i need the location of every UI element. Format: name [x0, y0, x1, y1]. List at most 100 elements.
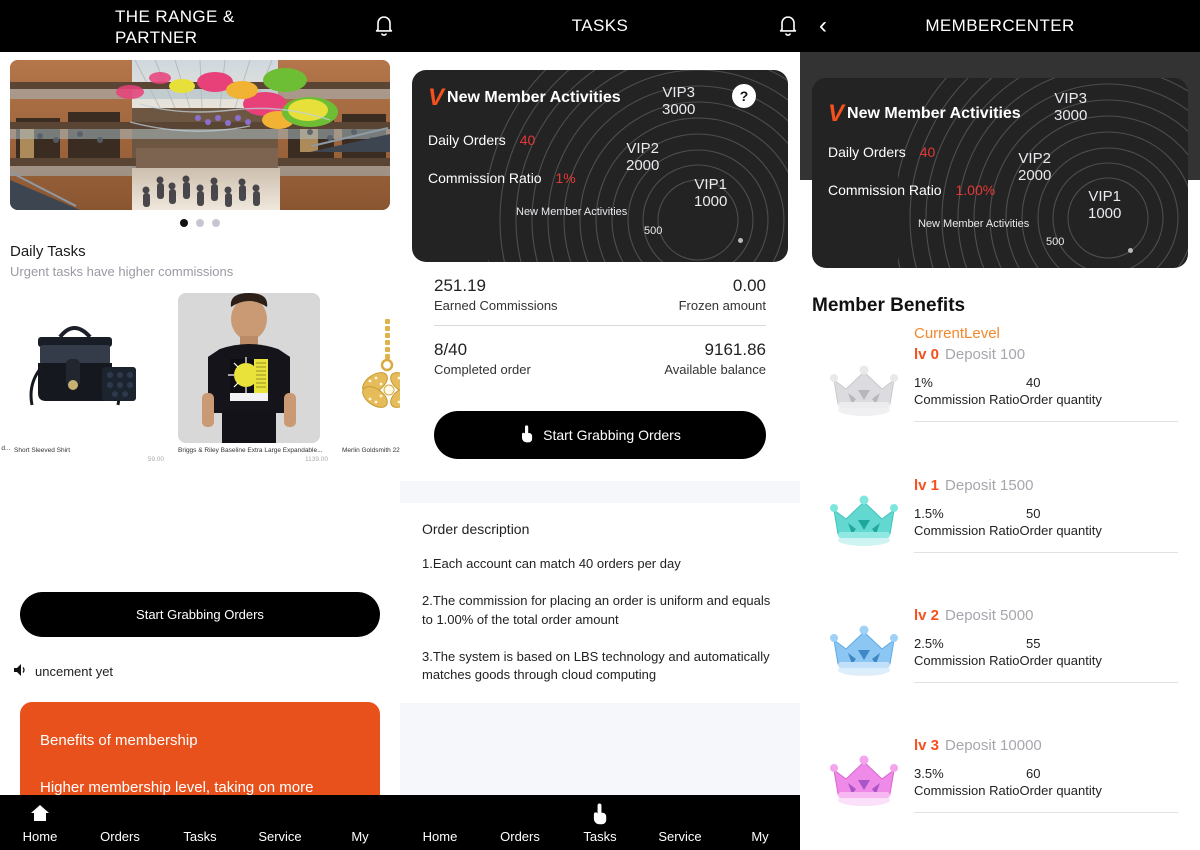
vip-tier-value: 1000: [694, 193, 728, 211]
nav-label: Tasks: [183, 829, 217, 844]
vip-tier-1: VIP1 1000: [694, 176, 727, 211]
vip-tier-2: VIP2 2000: [1018, 150, 1051, 185]
level-qty: 55: [1026, 636, 1041, 651]
nav-item-orders[interactable]: Orders: [80, 829, 160, 844]
nav-label: Home: [22, 829, 58, 844]
list-item[interactable]: Short Sleeved Shirt 59.00: [14, 293, 164, 463]
vip-brand: V New Member Activities: [828, 102, 1021, 126]
nav-item-orders[interactable]: Orders: [480, 829, 560, 844]
bottom-nav: Home Orders Tasks Service My: [0, 795, 400, 850]
list-item[interactable]: Merlin Goldsmith 22K 916 1641.00: [342, 293, 400, 463]
nav-item-service[interactable]: Service: [240, 829, 320, 844]
bottom-nav: Home Orders Tasks Service My: [400, 795, 800, 850]
stat-label: Earned Commissions: [434, 298, 558, 313]
product-image[interactable]: [342, 293, 400, 443]
list-item[interactable]: CurrentLevel lv 0 Deposit 100 1% 40 Commi…: [800, 325, 1200, 455]
nav-item-service[interactable]: Service: [640, 829, 720, 844]
level-divider: [914, 812, 1178, 813]
promo-carousel[interactable]: [10, 60, 390, 210]
cta-label: Start Grabbing Orders: [136, 607, 264, 622]
vip-commission-row: Commission Ratio 1%: [428, 170, 576, 186]
vip-commission-value: 1%: [555, 170, 576, 186]
stat-earned-commissions: 251.19 Earned Commissions: [434, 276, 600, 313]
announcement-text: uncement yet: [35, 664, 114, 679]
vip-tier-name: VIP2: [1018, 150, 1051, 167]
vip-tier-value: 2000: [1018, 167, 1052, 185]
stat-value: 9161.86: [704, 340, 766, 359]
vip-brand-label: New Member Activities: [847, 105, 1021, 122]
stat-frozen-amount: 0.00 Frozen amount: [600, 276, 766, 313]
announcement-bar[interactable]: uncement yet: [12, 662, 113, 681]
nav-item-home[interactable]: Home: [0, 805, 80, 844]
home-panel: THE RANGE & PARTNER Daily Tasks Urgent t…: [0, 0, 400, 850]
vip-dot-decoration: [738, 238, 743, 243]
order-description-item: 2.The commission for placing an order is…: [422, 592, 771, 627]
nav-label: Home: [422, 829, 458, 844]
vip-commission-value: 1.00%: [955, 182, 996, 198]
vip-activity-card[interactable]: V New Member Activities Daily Orders 40 …: [812, 78, 1188, 268]
vip-daily-orders-value: 40: [919, 144, 936, 160]
product-name: Briggs & Riley Baseline Extra Large Expa…: [178, 447, 323, 454]
list-item[interactable]: lv 2 Deposit 5000 2.5% 55 Commission Rati…: [800, 585, 1200, 715]
commission-ratio-label: Commission Ratio: [914, 392, 1020, 407]
level-ratio: 3.5%: [914, 766, 944, 781]
product-name: Merlin Goldsmith 22K 916: [342, 447, 400, 454]
product-image[interactable]: [14, 293, 164, 443]
tshirt-model-icon: [178, 293, 320, 443]
nav-item-tasks[interactable]: Tasks: [160, 829, 240, 844]
nav-label: Orders: [500, 829, 540, 844]
page-title: Daily Tasks: [10, 243, 86, 260]
list-item[interactable]: lv 1 Deposit 1500 1.5% 50 Commission Rati…: [800, 455, 1200, 585]
speaker-icon: [12, 662, 30, 681]
level-divider: [914, 682, 1178, 683]
start-grabbing-orders-button[interactable]: Start Grabbing Orders: [434, 411, 766, 459]
vip-tier-name: VIP2: [626, 140, 659, 157]
vip-tier-value: 3000: [1054, 107, 1088, 125]
carousel-dot-2[interactable]: [196, 219, 204, 227]
list-item[interactable]: lv 3 Deposit 10000 3.5% 60 Commission Rat…: [800, 715, 1200, 845]
vip-tier-value: 2000: [626, 157, 660, 175]
vip-footer-value: 500: [1046, 236, 1065, 248]
mall-photo: [10, 60, 390, 210]
nav-label: Service: [658, 829, 702, 844]
stat-label: Completed order: [434, 362, 531, 377]
carousel-dots[interactable]: [0, 219, 400, 227]
nav-item-my[interactable]: My: [320, 829, 400, 844]
chevron-left-icon[interactable]: ‹: [814, 12, 832, 40]
nav-item-tasks[interactable]: Tasks: [560, 803, 640, 844]
product-name: n d...: [0, 445, 11, 452]
carousel-dot-1[interactable]: [180, 219, 188, 227]
bell-icon[interactable]: [776, 14, 800, 45]
vip-tier-value: 3000: [662, 101, 696, 119]
vip-activity-card[interactable]: V New Member Activities Daily Orders 40 …: [412, 70, 788, 262]
nav-item-my[interactable]: My: [720, 829, 800, 844]
vip-daily-orders-value: 40: [519, 132, 536, 148]
nav-label: My: [751, 829, 769, 844]
stat-label: Available balance: [664, 362, 766, 377]
nav-item-home[interactable]: Home: [400, 829, 480, 844]
level-divider: [914, 421, 1178, 422]
order-description-item: 1.Each account can match 40 orders per d…: [422, 556, 681, 571]
order-description-card: Order description 1.Each account can mat…: [400, 503, 800, 704]
carousel-dot-3[interactable]: [212, 219, 220, 227]
bell-icon[interactable]: [372, 14, 396, 45]
v-logo-icon: V: [828, 100, 845, 127]
order-quantity-label: Order quantity: [1019, 653, 1102, 668]
product-image[interactable]: [178, 293, 320, 443]
crown-blue-icon: [814, 585, 914, 715]
vip-footer-label: New Member Activities: [516, 206, 628, 218]
crown-silver-icon: [814, 325, 914, 455]
commission-ratio-label: Commission Ratio: [914, 523, 1020, 538]
product-name: Short Sleeved Shirt: [14, 447, 71, 454]
stat-value: 8/40: [434, 340, 468, 359]
vip-commission-label: Commission Ratio: [428, 170, 542, 186]
vip-footer-label: New Member Activities: [918, 218, 1030, 230]
tasks-card-top: V New Member Activities Daily Orders 40 …: [400, 52, 800, 481]
list-item[interactable]: Briggs & Riley Baseline Extra Large Expa…: [178, 293, 328, 463]
member-levels-list: CurrentLevel lv 0 Deposit 100 1% 40 Commi…: [800, 325, 1200, 845]
start-grabbing-orders-button[interactable]: Start Grabbing Orders: [20, 592, 380, 637]
member-topbar: ‹ MEMBERCENTER: [800, 0, 1200, 52]
question-mark-icon[interactable]: ?: [732, 84, 756, 108]
level-qty: 50: [1026, 506, 1041, 521]
vip-tier-2: VIP2 2000: [626, 140, 659, 175]
